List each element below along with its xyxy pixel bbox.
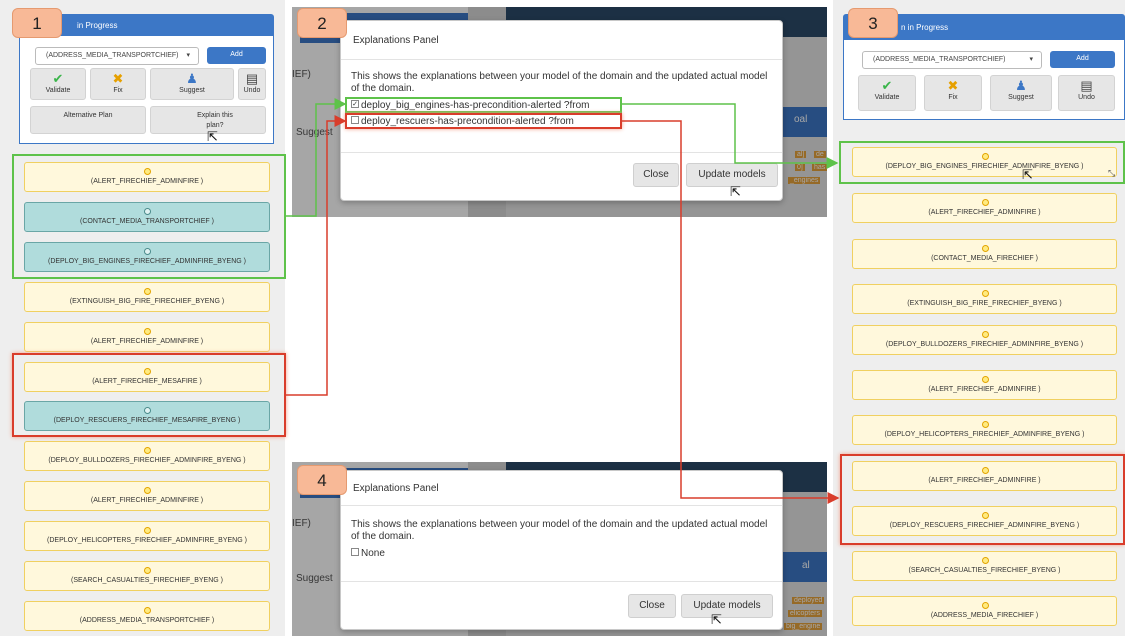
red-connector-right <box>622 120 840 504</box>
step-badge-2: 2 <box>297 8 347 38</box>
step-badge-1: 1 <box>12 8 62 38</box>
step-badge-3: 3 <box>848 8 898 38</box>
green-connector-right <box>622 103 839 169</box>
connector-arrows <box>286 98 840 504</box>
step-badge-4: 4 <box>297 465 347 495</box>
